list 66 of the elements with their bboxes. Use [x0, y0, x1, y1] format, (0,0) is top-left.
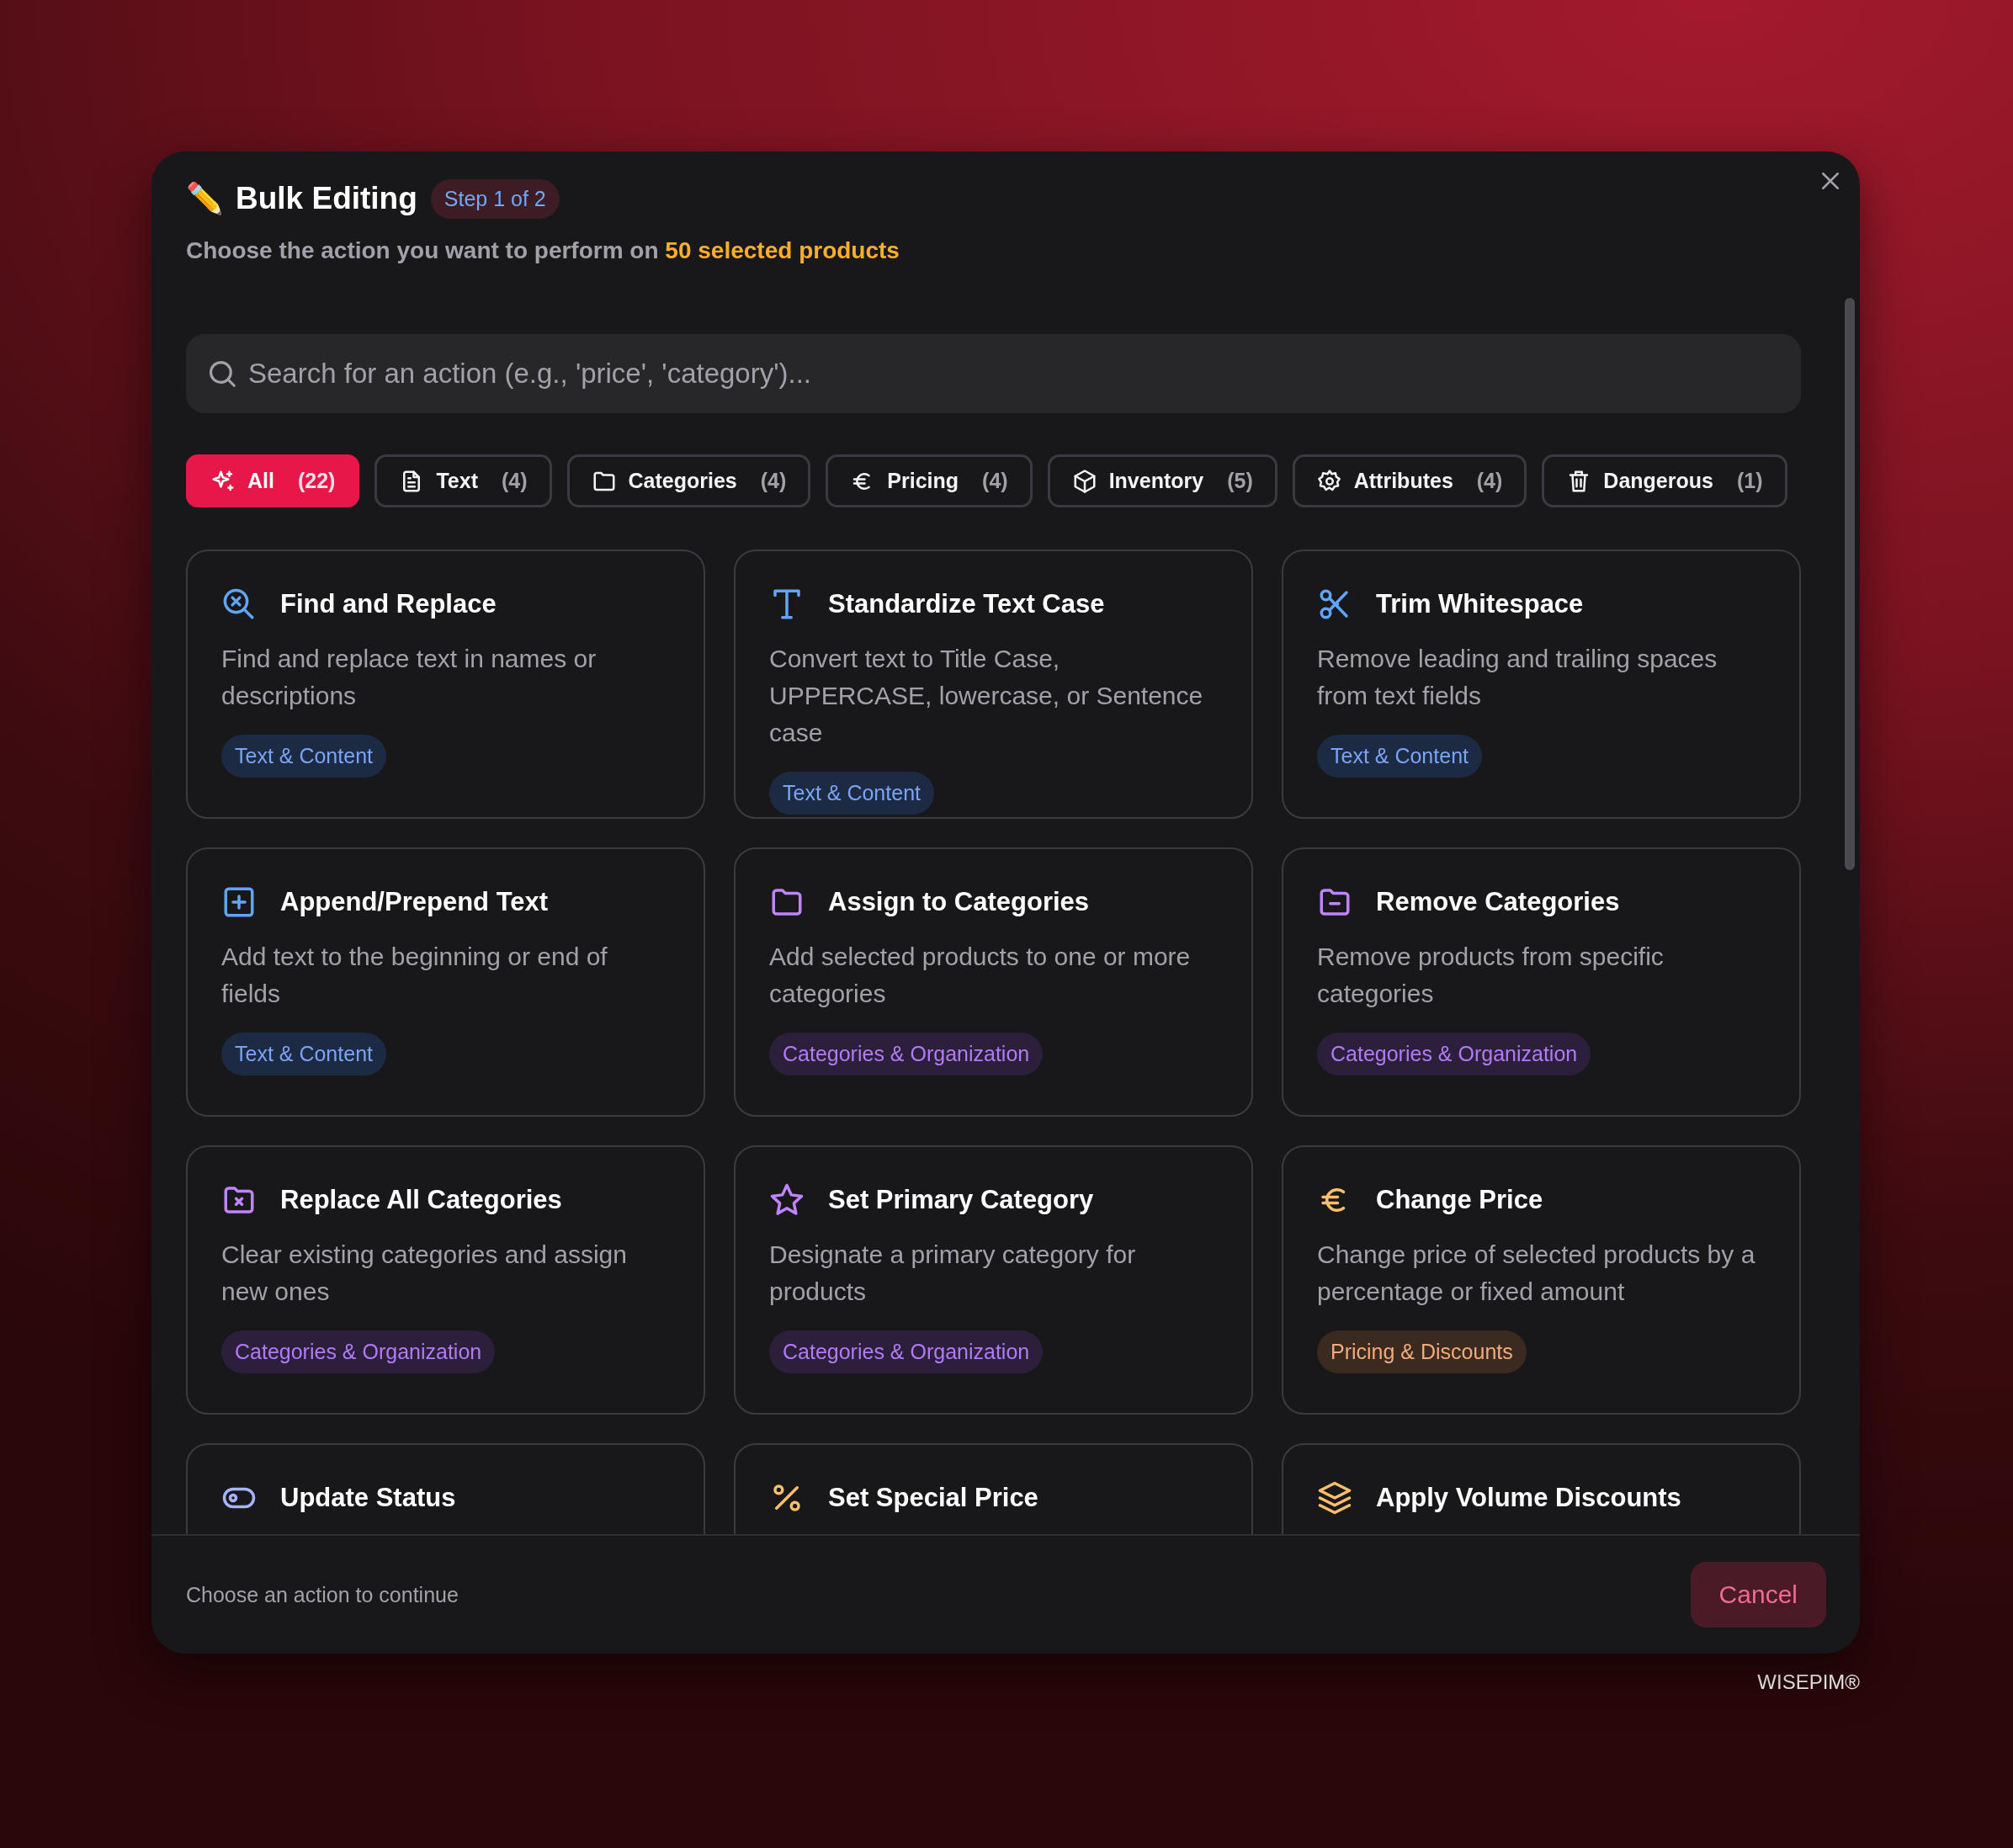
action-card[interactable]: Assign to Categories Add selected products to one or more categories Categories & Organization: [734, 847, 1253, 1117]
card-description: Find and replace text in names or descriptions: [221, 644, 598, 711]
cancel-button[interactable]: Cancel: [1690, 1562, 1826, 1628]
search-field[interactable]: Search for an action (e.g., 'price', 'category')...: [186, 334, 1801, 413]
filter-count: (4): [982, 469, 1008, 493]
category-tag: Categories & Organization: [1317, 1033, 1591, 1075]
card-title: Remove Categories: [1376, 887, 1620, 917]
category-tag: Pricing & Discounts: [1317, 1330, 1527, 1373]
category-tag: Text & Content: [1317, 735, 1482, 778]
card-title: Set Special Price: [828, 1483, 1038, 1513]
filter-count: (5): [1227, 469, 1253, 493]
action-card[interactable]: Replace All Categories Clear existing categories and assign new ones Categories & Organization: [186, 1145, 705, 1415]
action-card[interactable]: Remove Categories Remove products from specific categories Categories & Organization: [1282, 847, 1801, 1117]
filter-tab[interactable]: Attributes (4): [1292, 454, 1527, 507]
action-card[interactable]: Standardize Text Case Convert text to Title Case, UPPERCASE, lowercase, or Sentence case Text & Content: [734, 550, 1253, 819]
card-description: Add selected products to one or more categories: [769, 942, 1192, 1009]
filter-count: (4): [502, 469, 528, 493]
card-description: Remove leading and trailing spaces from text fields: [1317, 644, 1718, 711]
category-tag: Categories & Organization: [769, 1033, 1044, 1075]
star-icon: [769, 1182, 805, 1218]
card-description: Designate a primary category for products: [769, 1240, 1137, 1307]
card-title: Append/Prepend Text: [280, 887, 549, 917]
category-tag: Categories & Organization: [221, 1330, 496, 1373]
card-title: Change Price: [1376, 1185, 1543, 1215]
filter-tab[interactable]: All (22): [186, 454, 360, 507]
card-description: Add text to the beginning or end of fields: [221, 942, 608, 1009]
card-title: Replace All Categories: [280, 1185, 562, 1215]
filter-count: (4): [1476, 469, 1503, 493]
category-tag: Text & Content: [769, 772, 934, 815]
filter-count: (4): [760, 469, 787, 493]
dialog-title: Bulk Editing: [236, 181, 417, 216]
action-card[interactable]: Set Special Price: [734, 1443, 1253, 1534]
action-card[interactable]: Append/Prepend Text Add text to the beginning or end of fields Text & Content: [186, 847, 705, 1117]
card-title: Set Primary Category: [828, 1185, 1094, 1215]
card-description: Clear existing categories and assign new ones: [221, 1240, 628, 1307]
brand-logo: WISEPIM®: [1757, 1670, 1860, 1694]
card-title: Apply Volume Discounts: [1376, 1483, 1681, 1513]
card-description: Change price of selected products by a percentage or fixed amount: [1317, 1240, 1756, 1307]
dialog-subtitle: Choose the action you want to perform on 50 selected products: [186, 237, 900, 264]
filter-tab[interactable]: Pricing (4): [826, 454, 1033, 507]
action-card[interactable]: Change Price Change price of selected products by a percentage or fixed amount Pricing & Discounts: [1282, 1145, 1801, 1415]
action-card[interactable]: Update Status: [186, 1443, 705, 1534]
card-description: Remove products from specific categories: [1317, 942, 1665, 1009]
scrollbar-thumb[interactable]: [1845, 298, 1855, 870]
card-description: Convert text to Title Case, UPPERCASE, lowercase, or Sentence case: [769, 644, 1204, 748]
filter-count: (1): [1736, 469, 1763, 493]
footer-hint: Choose an action to continue: [186, 1582, 459, 1607]
category-tag: Categories & Organization: [769, 1330, 1044, 1373]
category-tag: Text & Content: [221, 735, 386, 778]
pencil-icon: ✏: [186, 181, 224, 216]
step-badge: Step 1 of 2: [430, 178, 560, 219]
card-title: Update Status: [280, 1483, 456, 1513]
card-title: Assign to Categories: [828, 887, 1090, 917]
filter-tab[interactable]: Inventory (5): [1047, 454, 1277, 507]
filter-count: (22): [297, 469, 336, 493]
filter-tab[interactable]: Text (4): [374, 454, 552, 507]
action-card[interactable]: Trim Whitespace Remove leading and trailing spaces from text fields Text & Content: [1282, 550, 1801, 819]
layers-icon: [1317, 1480, 1352, 1516]
action-card[interactable]: Find and Replace Find and replace text in names or descriptions Text & Content: [186, 550, 705, 819]
category-tag: Text & Content: [221, 1033, 386, 1075]
action-card[interactable]: Set Primary Category Designate a primary category for products Categories & Organization: [734, 1145, 1253, 1415]
filter-tab[interactable]: Dangerous (1): [1542, 454, 1787, 507]
card-title: Find and Replace: [280, 589, 497, 619]
filter-tab[interactable]: Categories (4): [566, 454, 811, 507]
card-title: Standardize Text Case: [828, 589, 1105, 619]
card-title: Trim Whitespace: [1376, 589, 1584, 619]
